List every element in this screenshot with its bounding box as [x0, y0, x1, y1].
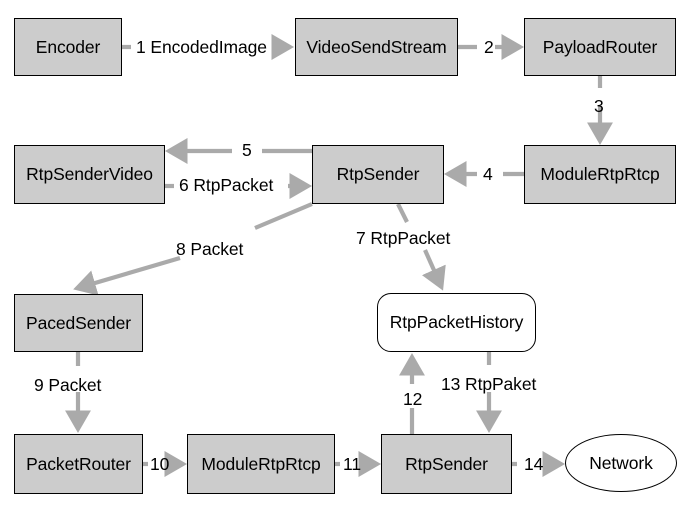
node-module-rtp-rtcp-bottom-label: ModuleRtpRtcp: [201, 453, 321, 474]
edge-label-5: 5: [242, 140, 252, 160]
node-rtp-sender-video-label: RtpSenderVideo: [26, 164, 153, 184]
node-packet-router[interactable]: PacketRouter: [14, 434, 143, 494]
node-rtp-sender-mid-label: RtpSender: [336, 164, 420, 184]
edge-8-arrow: [73, 255, 181, 296]
node-rtp-sender-bottom-label: RtpSender: [405, 453, 488, 474]
edge-8-line: [254, 202, 313, 230]
edge-label-13: 13 RtpPaket: [441, 374, 537, 394]
edge-label-3: 3: [594, 96, 604, 116]
edge-label-9: 9 Packet: [34, 375, 102, 395]
node-rtp-sender-mid[interactable]: RtpSender: [312, 145, 444, 204]
node-rtp-packet-history[interactable]: RtpPacketHistory: [377, 293, 536, 352]
edge-label-12: 12: [403, 389, 423, 409]
node-video-send-stream[interactable]: VideoSendStream: [295, 18, 458, 76]
edge-label-7: 7 RtpPacket: [356, 228, 451, 248]
node-network-label: Network: [589, 452, 653, 473]
node-payload-router[interactable]: PayloadRouter: [524, 18, 676, 76]
node-rtp-sender-video[interactable]: RtpSenderVideo: [14, 145, 165, 204]
edge-label-14: 14: [524, 454, 544, 474]
node-payload-router-label: PayloadRouter: [542, 36, 658, 57]
node-module-rtp-rtcp-bottom[interactable]: ModuleRtpRtcp: [187, 434, 335, 494]
edge-7-line: [396, 203, 409, 223]
node-encoder[interactable]: Encoder: [14, 18, 122, 76]
node-rtp-packet-history-label: RtpPacketHistory: [389, 312, 524, 332]
node-encoder-label: Encoder: [35, 36, 101, 57]
edge-label-4: 4: [483, 164, 493, 184]
edge-label-1: 1 EncodedImage: [136, 37, 267, 57]
edge-7-arrow: [421, 249, 446, 291]
node-rtp-sender-bottom[interactable]: RtpSender: [381, 434, 512, 494]
node-video-send-stream-label: VideoSendStream: [306, 36, 447, 57]
node-module-rtp-rtcp-mid-label: ModuleRtpRtcp: [540, 164, 660, 184]
node-paced-sender[interactable]: PacedSender: [14, 294, 143, 352]
node-network[interactable]: Network: [565, 434, 677, 492]
edge-label-10: 10: [150, 454, 170, 474]
node-paced-sender-label: PacedSender: [26, 312, 131, 333]
diagram-canvas: Encoder VideoSendStream PayloadRouter Rt…: [0, 0, 692, 513]
edge-label-8: 8 Packet: [176, 239, 244, 259]
node-module-rtp-rtcp-mid[interactable]: ModuleRtpRtcp: [524, 145, 676, 204]
edge-label-2: 2: [484, 37, 494, 57]
edge-label-6: 6 RtpPacket: [179, 175, 274, 195]
edge-label-11: 11: [343, 454, 361, 474]
node-packet-router-label: PacketRouter: [26, 453, 131, 474]
